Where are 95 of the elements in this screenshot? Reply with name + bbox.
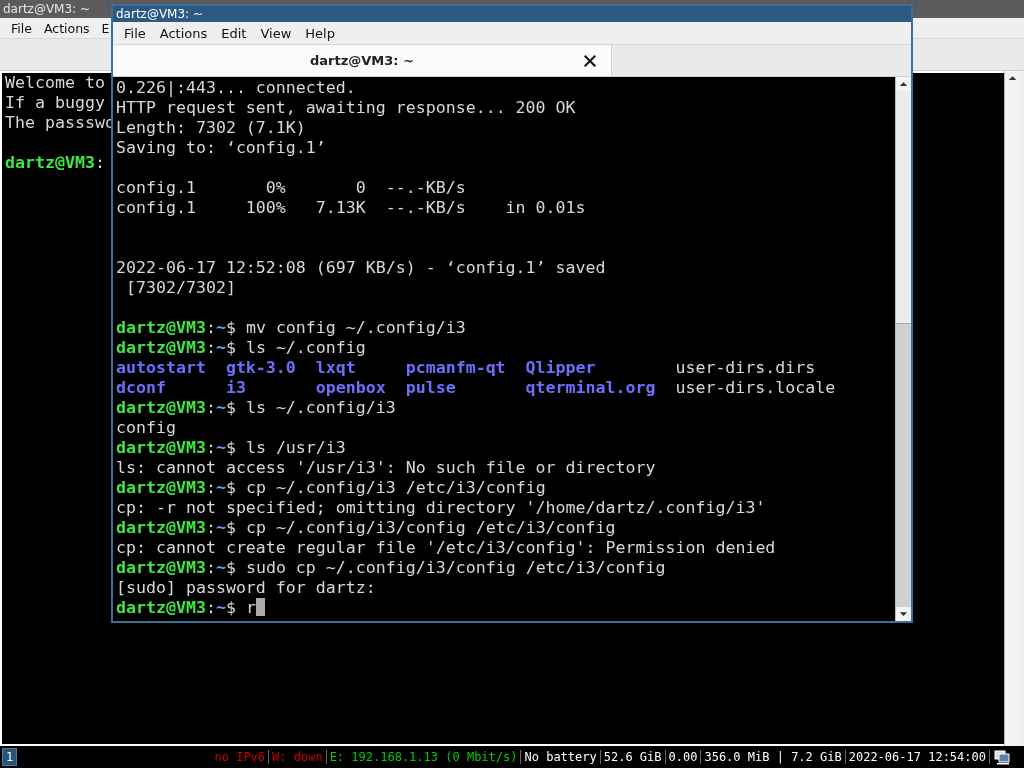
scrollbar-thumb[interactable] [896, 91, 911, 324]
prompt-user: dartz@VM3 [116, 338, 206, 357]
status-item: 2022-06-17 12:54:00 [845, 750, 990, 764]
status-item: no IPv6 [211, 750, 270, 764]
prompt-path: ~ [215, 478, 226, 497]
prompt-user: dartz@VM3 [116, 478, 206, 497]
terminal-line: cp: -r not specified; omitting directory '/home/dartz/.config/i3' [116, 498, 766, 518]
command-text: mv config ~/.config/i3 [244, 318, 466, 337]
status-item: W: down [269, 750, 327, 764]
directory-name: i3 [225, 378, 247, 398]
prompt-sign: $ [225, 318, 236, 337]
directory-name: dconf [116, 378, 167, 398]
menu-item[interactable]: E [101, 20, 110, 36]
window-title: dartz@VM3: ~ [3, 2, 91, 16]
prompt-user: dartz@VM3 [116, 318, 206, 337]
menu-item[interactable]: Edit [214, 25, 254, 41]
menu-item[interactable]: View [253, 25, 299, 41]
prompt-sign: $ [225, 518, 236, 537]
directory-name: pcmanfm-qt [405, 358, 507, 378]
terminal-line: ls: cannot access '/usr/i3': No such file or directory [116, 458, 656, 478]
directory-name: qterminal.org [525, 378, 657, 398]
prompt-separator: : [205, 318, 216, 337]
prompt-path: ~ [215, 598, 226, 617]
prompt-path: ~ [215, 338, 226, 357]
file-name: user-dirs.locale [675, 378, 837, 398]
terminal-line: Length: 7302 (7.1K) [116, 118, 306, 138]
prompt-sign: $ [225, 338, 236, 357]
prompt-separator: : [205, 598, 216, 617]
file-name: user-dirs.dirs [675, 358, 817, 378]
prompt-separator: : [205, 398, 216, 417]
workspace-button[interactable]: 1 [2, 748, 18, 766]
terminal-line: config [116, 418, 176, 438]
menu-item[interactable]: File [117, 25, 153, 41]
terminal-line: 2022-06-17 12:52:08 (697 KB/s) - ‘config.1’ saved [116, 258, 606, 278]
terminal-line: config.1 100% 7.13K --.-KB/s in 0.01s [116, 198, 586, 218]
directory-name: Qlipper [525, 358, 597, 378]
status-item: 52.6 GiB [600, 750, 666, 764]
scrollbar[interactable] [895, 77, 911, 621]
prompt-separator: : [94, 153, 105, 172]
status-item: E: 192.168.1.13 (0 Mbit/s) [326, 750, 522, 764]
terminal-line: [sudo] password for dartz: [116, 578, 376, 598]
close-icon[interactable] [583, 54, 597, 68]
menu-item[interactable]: Actions [152, 25, 215, 41]
command-text: cp ~/.config/i3 /etc/i3/config [244, 478, 546, 497]
directory-name: lxqt [315, 358, 357, 378]
directory-name: pulse [405, 378, 457, 398]
prompt-separator: : [205, 478, 216, 497]
window-title: dartz@VM3: ~ [116, 7, 204, 21]
terminal-line: 0.226|:443... connected. [116, 78, 356, 98]
status-item: 0.00 [665, 750, 702, 764]
prompt-sign: $ [225, 478, 236, 497]
menu-item[interactable]: File [11, 20, 32, 36]
prompt-separator: : [205, 438, 216, 457]
prompt-path: ~ [215, 318, 226, 337]
scrollbar[interactable] [1004, 71, 1020, 746]
prompt-sign: $ [225, 438, 236, 457]
terminal-line: If a buggy [5, 93, 105, 113]
computer-icon[interactable] [994, 749, 1010, 765]
command-text: ls /usr/i3 [244, 438, 346, 457]
directory-name: gtk-3.0 [225, 358, 297, 378]
terminal-line: HTTP request sent, awaiting response... 200 OK [116, 98, 576, 118]
menu-item[interactable]: Actions [43, 20, 90, 36]
command-text: ls ~/.config [244, 338, 366, 357]
prompt-user: dartz@VM3 [116, 558, 206, 577]
prompt-separator: : [205, 558, 216, 577]
prompt-sign: $ [225, 598, 236, 617]
prompt-path: ~ [215, 438, 226, 457]
prompt-sign: $ [225, 558, 236, 577]
terminal-line: cp: cannot create regular file '/etc/i3/config': Permission denied [116, 538, 776, 558]
prompt-sign: $ [225, 398, 236, 417]
prompt-separator: : [205, 338, 216, 357]
prompt-user: dartz@VM3 [116, 598, 206, 617]
directory-name: autostart [116, 358, 207, 378]
directory-name: openbox [315, 378, 387, 398]
status-item: 356.0 MiB | 7.2 GiB [701, 750, 846, 764]
command-text: ls ~/.config/i3 [244, 398, 396, 417]
terminal-line: config.1 0% 0 --.-KB/s [116, 178, 466, 198]
prompt-path: ~ [215, 518, 226, 537]
command-text: cp ~/.config/i3/config /etc/i3/config [244, 518, 616, 537]
command-text: r [244, 598, 256, 617]
status-item: No battery [521, 750, 601, 764]
menu-item[interactable]: Help [298, 25, 342, 41]
prompt-path: ~ [215, 558, 226, 577]
terminal-line: [7302/7302] [125, 278, 236, 298]
terminal-line: Welcome to [5, 73, 105, 93]
prompt-separator: : [205, 518, 216, 537]
prompt-user: dartz@VM3 [116, 518, 206, 537]
prompt-user: dartz@VM3 [116, 398, 206, 417]
prompt-user: dartz@VM3 [5, 153, 95, 172]
command-text: sudo cp ~/.config/i3/config /etc/i3/config [244, 558, 666, 577]
terminal-tab[interactable]: dartz@VM3: ~ [113, 45, 612, 76]
terminal-line: Saving to: ‘config.1’ [116, 138, 326, 158]
tab-title: dartz@VM3: ~ [310, 53, 414, 68]
prompt-path: ~ [215, 398, 226, 417]
prompt-user: dartz@VM3 [116, 438, 206, 457]
